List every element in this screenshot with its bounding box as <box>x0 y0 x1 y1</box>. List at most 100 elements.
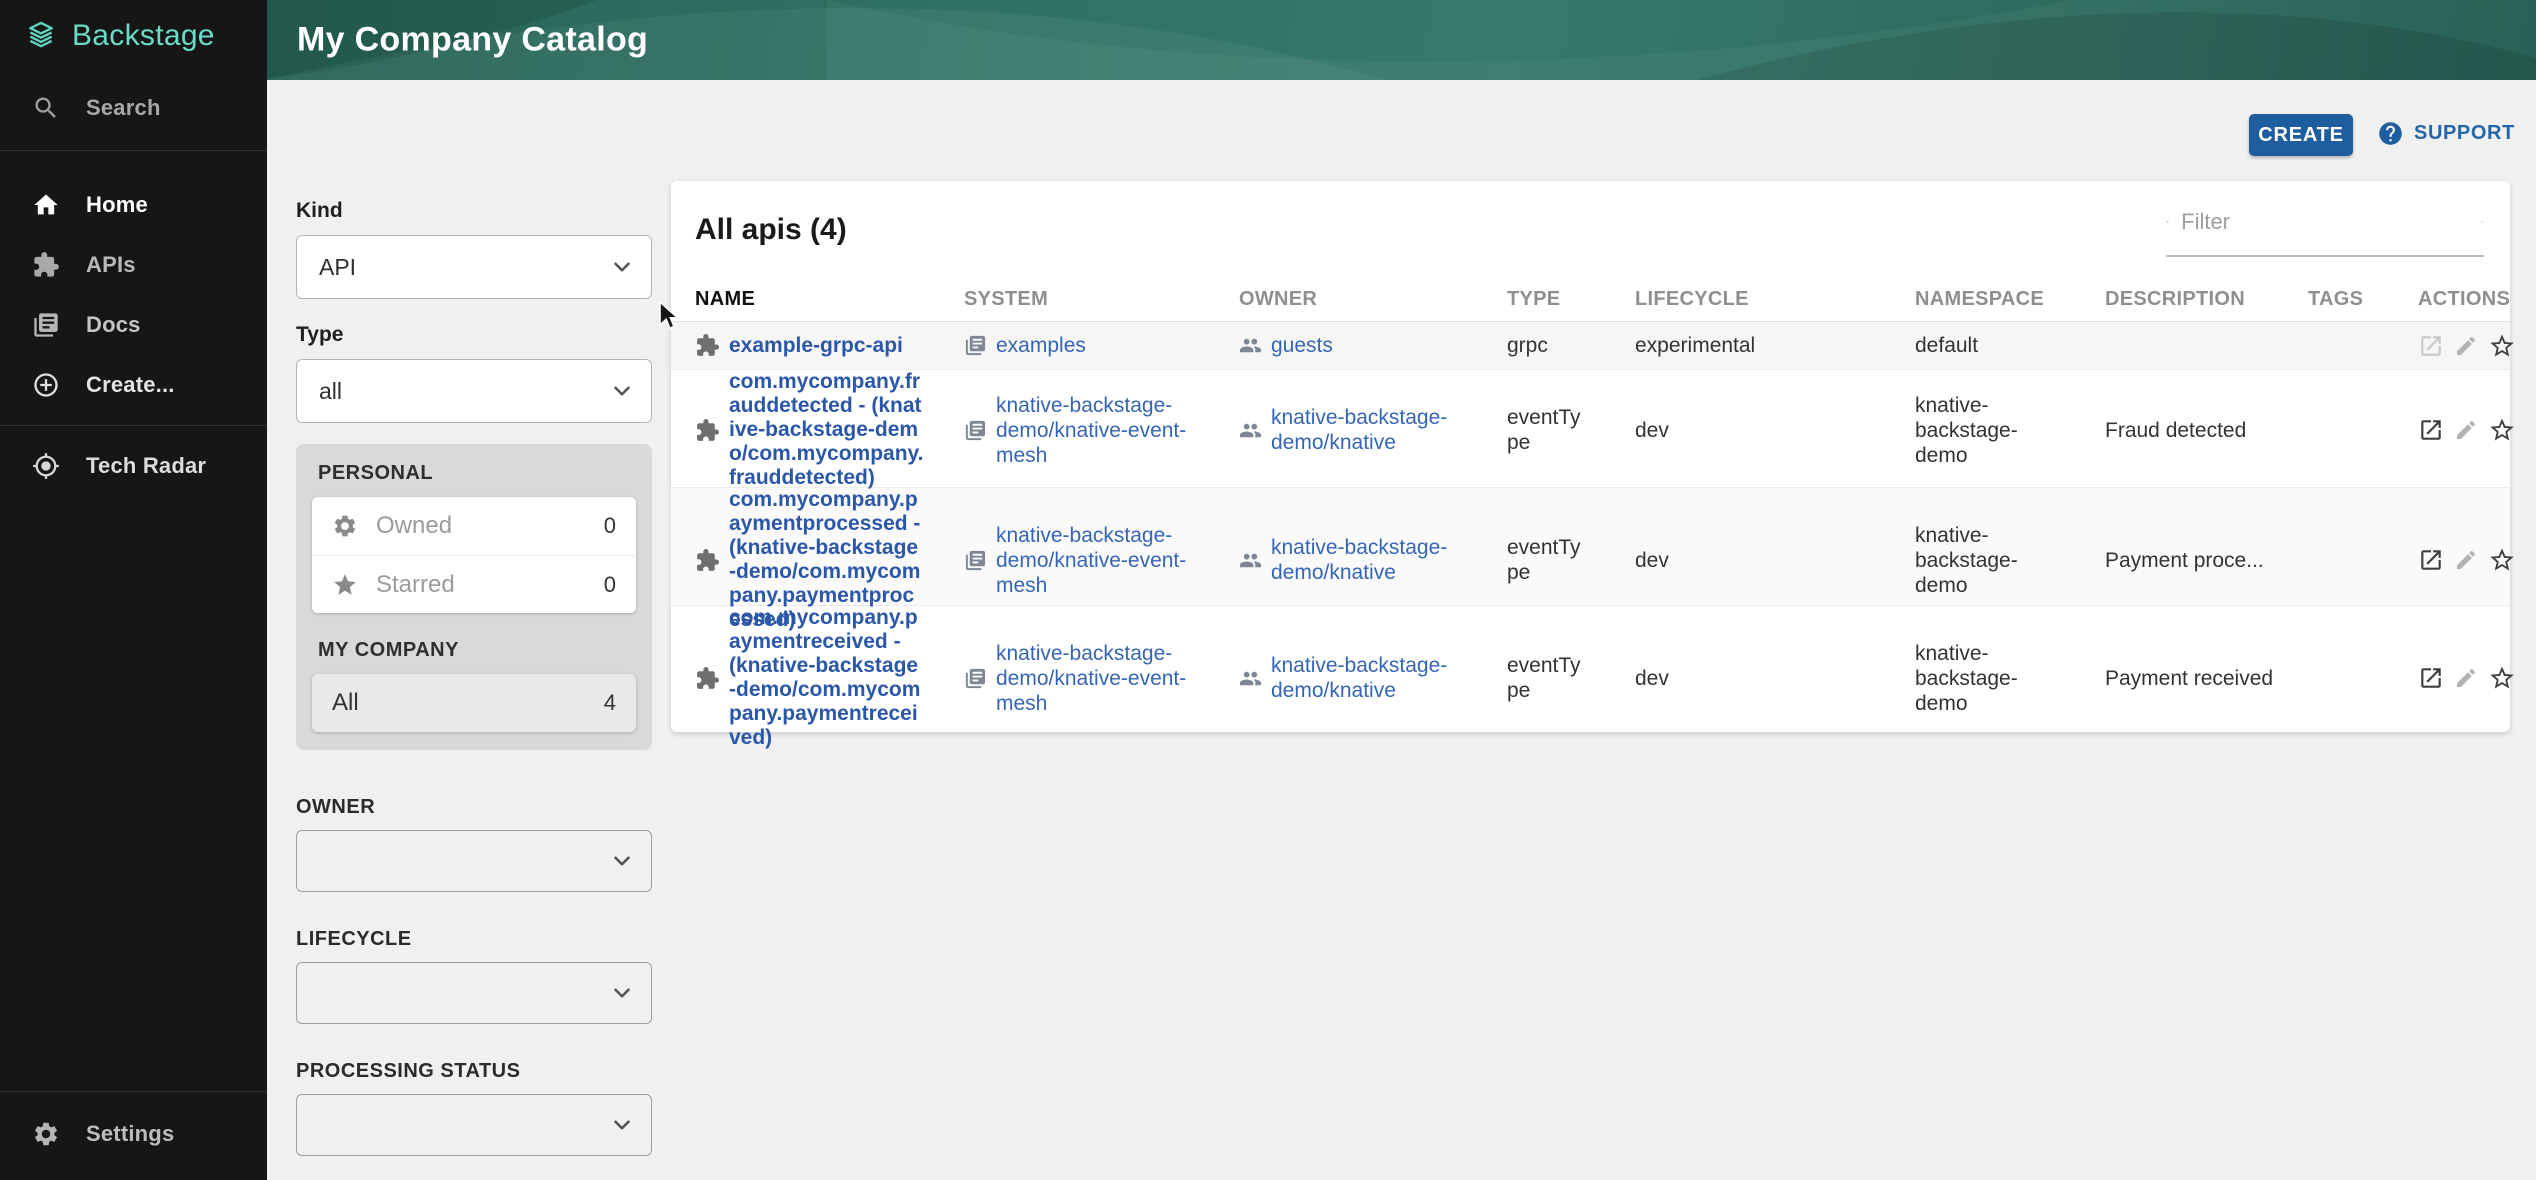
star-icon <box>332 572 358 598</box>
system-link[interactable]: knative-backstage-demo/knative-event-mes… <box>996 641 1218 716</box>
sidebar-logo[interactable]: Backstage <box>0 0 267 72</box>
description-cell: Payment received <box>2105 666 2308 691</box>
lifecycle-label: LIFECYCLE <box>296 928 652 951</box>
all-filter-item[interactable]: All 4 <box>312 674 636 732</box>
support-label: SUPPORT <box>2414 122 2515 145</box>
all-label: All <box>332 689 359 717</box>
lifecycle-select[interactable] <box>296 962 652 1024</box>
gear-icon <box>332 513 358 539</box>
all-count: 4 <box>604 690 616 716</box>
entity-link[interactable]: com.mycompany.paymentreceived - (knative… <box>729 606 925 750</box>
view-api-icon[interactable] <box>2418 417 2444 443</box>
chevron-down-icon <box>609 980 635 1006</box>
group-icon <box>1239 419 1262 442</box>
api-kind-icon <box>695 418 720 443</box>
system-icon <box>964 334 987 357</box>
sidebar-item-docs[interactable]: Docs <box>0 295 267 355</box>
column-header-owner[interactable]: OWNER <box>1239 288 1507 311</box>
my-company-header: MY COMPANY <box>318 639 636 662</box>
edit-icon[interactable] <box>2454 548 2478 572</box>
sidebar-item-label: Settings <box>86 1121 174 1147</box>
chevron-down-icon <box>609 254 635 280</box>
star-icon[interactable] <box>2488 664 2516 692</box>
sidebar-item-home[interactable]: Home <box>0 175 267 235</box>
logo-text: Backstage <box>72 19 215 53</box>
sidebar-item-label: Create... <box>86 372 175 398</box>
entity-link[interactable]: com.mycompany.frauddetected - (knative-b… <box>729 370 925 490</box>
personal-card: Owned 0 Starred 0 <box>312 497 636 613</box>
owner-link[interactable]: knative-backstage-demo/knative <box>1271 405 1493 455</box>
system-icon <box>964 667 987 690</box>
edit-icon[interactable] <box>2454 666 2478 690</box>
kind-label: Kind <box>296 199 652 223</box>
page-title: My Company Catalog <box>297 21 648 60</box>
sidebar-item-apis[interactable]: APIs <box>0 235 267 295</box>
api-kind-icon <box>695 666 720 691</box>
owner-link[interactable]: guests <box>1271 333 1333 358</box>
system-link[interactable]: knative-backstage-demo/knative-event-mes… <box>996 393 1218 468</box>
column-header-lifecycle[interactable]: LIFECYCLE <box>1635 288 1915 311</box>
starred-filter-item[interactable]: Starred 0 <box>312 555 636 613</box>
owner-link[interactable]: knative-backstage-demo/knative <box>1271 535 1493 585</box>
column-header-system[interactable]: SYSTEM <box>964 288 1239 311</box>
column-header-tags[interactable]: TAGS <box>2308 288 2418 311</box>
processing-status-select[interactable] <box>296 1094 652 1156</box>
table-title: All apis (4) <box>695 213 847 247</box>
owner-link[interactable]: knative-backstage-demo/knative <box>1271 653 1493 703</box>
system-icon <box>964 419 987 442</box>
column-header-namespace[interactable]: NAMESPACE <box>1915 288 2105 311</box>
filter-icon <box>2166 210 2169 234</box>
create-button[interactable]: CREATE <box>2249 114 2353 156</box>
sidebar-item-search[interactable]: Search <box>0 76 267 140</box>
chevron-down-icon <box>609 378 635 404</box>
table-filter <box>2166 209 2484 257</box>
clear-filter-icon[interactable] <box>2481 211 2484 233</box>
column-header-description[interactable]: DESCRIPTION <box>2105 288 2308 311</box>
type-cell: eventType <box>1507 405 1591 455</box>
kind-select[interactable]: API <box>296 235 652 299</box>
namespace-cell: knative-backstage-demo <box>1915 523 2051 598</box>
filter-panel: Kind API Type all PERSONAL Owned 0 <box>296 199 652 1180</box>
edit-icon[interactable] <box>2454 334 2478 358</box>
description-cell: Payment proce... <box>2105 548 2308 573</box>
table-filter-input[interactable] <box>2181 209 2469 235</box>
support-button[interactable]: SUPPORT <box>2377 120 2515 147</box>
system-link[interactable]: knative-backstage-demo/knative-event-mes… <box>996 523 1218 598</box>
star-icon[interactable] <box>2488 546 2516 574</box>
gear-icon <box>32 1120 60 1148</box>
view-api-icon <box>2418 333 2444 359</box>
column-header-type[interactable]: TYPE <box>1507 288 1635 311</box>
sidebar-divider <box>0 425 267 426</box>
home-icon <box>32 191 60 219</box>
column-header-name[interactable]: NAME <box>695 288 964 311</box>
sidebar-item-create[interactable]: Create... <box>0 355 267 415</box>
owned-filter-item[interactable]: Owned 0 <box>312 497 636 555</box>
owned-count: 0 <box>604 513 616 539</box>
sidebar-item-label: Tech Radar <box>86 453 206 479</box>
entity-link[interactable]: example-grpc-api <box>729 334 903 358</box>
view-api-icon[interactable] <box>2418 665 2444 691</box>
owned-label: Owned <box>376 512 452 540</box>
table-row: com.mycompany.frauddetected - (knative-b… <box>671 370 2510 488</box>
sidebar-item-settings[interactable]: Settings <box>0 1102 267 1166</box>
lifecycle-cell: dev <box>1635 418 1915 443</box>
star-icon[interactable] <box>2488 416 2516 444</box>
type-select[interactable]: all <box>296 359 652 423</box>
page-header: My Company Catalog <box>267 0 2536 80</box>
user-list-picker: PERSONAL Owned 0 Starred 0 MY COMPANY <box>296 444 652 750</box>
star-icon[interactable] <box>2488 332 2516 360</box>
sidebar-item-label: Search <box>86 95 161 121</box>
processing-status-label: PROCESSING STATUS <box>296 1060 652 1083</box>
view-api-icon[interactable] <box>2418 547 2444 573</box>
edit-icon[interactable] <box>2454 418 2478 442</box>
system-link[interactable]: examples <box>996 333 1086 358</box>
owner-select[interactable] <box>296 830 652 892</box>
api-kind-icon <box>695 333 720 358</box>
column-header-actions: ACTIONS <box>2418 288 2524 311</box>
description-cell: Fraud detected <box>2105 418 2308 443</box>
table-header-row: NAME SYSTEM OWNER TYPE LIFECYCLE NAMESPA… <box>671 278 2510 322</box>
namespace-cell: default <box>1915 333 1978 358</box>
lifecycle-cell: experimental <box>1635 333 1915 358</box>
sidebar-item-tech-radar[interactable]: Tech Radar <box>0 436 267 496</box>
radar-icon <box>32 452 60 480</box>
